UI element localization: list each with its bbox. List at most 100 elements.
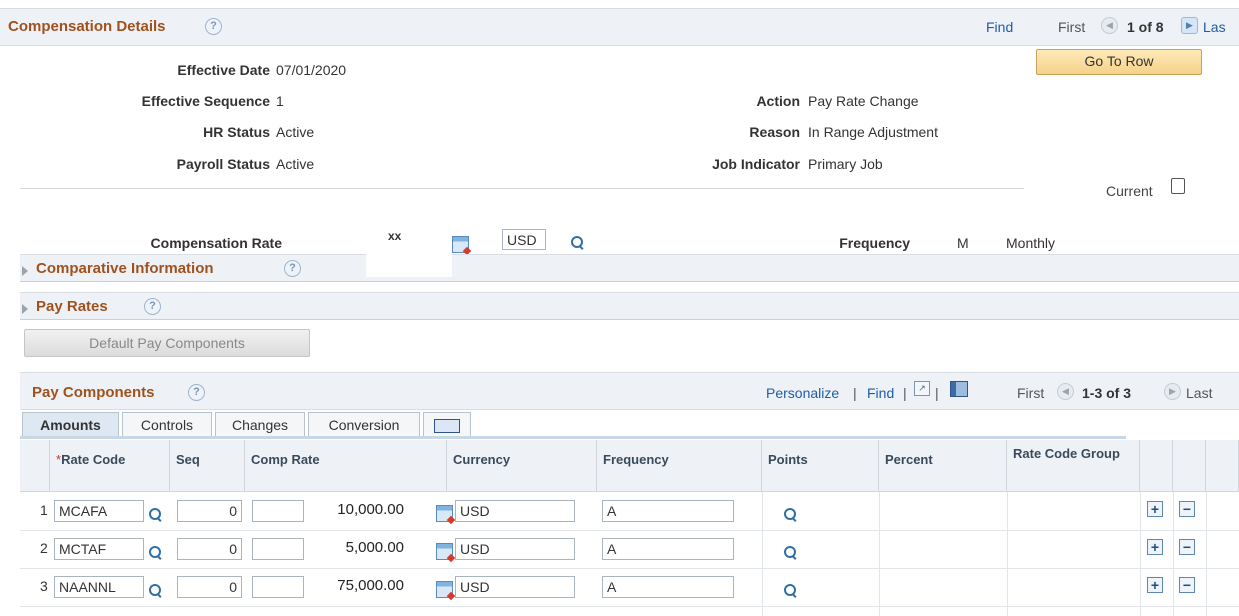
seq-input[interactable]: 0	[177, 538, 242, 560]
tab-controls[interactable]: Controls	[122, 412, 212, 437]
view-all-icon[interactable]: ↗	[914, 381, 930, 396]
currency-input[interactable]: USD	[455, 538, 575, 560]
column-separator	[1206, 492, 1207, 616]
comp-rate-header: Comp Rate	[245, 440, 447, 492]
go-to-row-button[interactable]: Go To Row	[1036, 49, 1202, 75]
calculator-icon[interactable]	[436, 505, 453, 522]
current-checkbox[interactable]	[1171, 178, 1185, 194]
frequency-input[interactable]: A	[602, 500, 734, 522]
comp-rate-input-blank[interactable]	[252, 538, 304, 560]
comparative-information-bar[interactable]: Comparative Information ?	[20, 254, 1239, 282]
comp-rate-value: 75,000.00	[337, 577, 404, 594]
row-number: 1	[40, 502, 48, 518]
previous-arrow-icon: ◀	[1057, 383, 1074, 400]
separator: |	[853, 385, 857, 401]
compensation-rate-label: Compensation Rate	[150, 235, 282, 251]
expand-arrow-icon[interactable]	[22, 262, 36, 278]
personalize-link[interactable]: Personalize	[766, 385, 839, 401]
row-number: 2	[40, 540, 48, 556]
add-row-icon[interactable]: +	[1147, 501, 1163, 517]
comp-rate-value: 5,000.00	[345, 539, 404, 556]
show-all-columns-tab[interactable]	[423, 412, 471, 437]
delete-row-icon[interactable]: −	[1179, 577, 1195, 593]
effective-sequence-label: Effective Sequence	[141, 93, 270, 109]
frequency-label: Frequency	[839, 235, 910, 251]
action-label: Action	[756, 93, 800, 109]
find-link[interactable]: Find	[986, 19, 1013, 35]
rate-code-input[interactable]: NAANNL	[54, 576, 144, 598]
search-icon[interactable]	[148, 545, 162, 559]
pay-rates-bar[interactable]: Pay Rates ?	[20, 292, 1239, 320]
expand-arrow-icon[interactable]	[22, 300, 36, 316]
last-link[interactable]: Las	[1203, 19, 1226, 35]
add-row-icon[interactable]: +	[1147, 577, 1163, 593]
rate-code-header-label: Rate Code	[61, 452, 126, 467]
first-label: First	[1017, 385, 1045, 401]
pay-components-table-body: 1 MCAFA 0 10,000.00 USD A + −2 MCTAF 0 5,000.00 USD…	[20, 492, 1239, 616]
seq-input[interactable]: 0	[177, 576, 242, 598]
row-number-header	[20, 440, 50, 492]
show-all-columns-icon	[434, 419, 460, 434]
default-pay-components-button[interactable]: Default Pay Components	[24, 329, 310, 357]
search-icon[interactable]	[783, 507, 797, 521]
effective-date-label: Effective Date	[177, 62, 270, 78]
search-icon[interactable]	[148, 583, 162, 597]
column-separator	[1140, 492, 1141, 616]
separator: |	[935, 385, 939, 401]
delete-row-icon[interactable]: −	[1179, 539, 1195, 555]
rate-code-input[interactable]: MCAFA	[54, 500, 144, 522]
points-header: Points	[762, 440, 879, 492]
delete-row-icon[interactable]: −	[1179, 501, 1195, 517]
help-icon[interactable]: ?	[144, 298, 161, 315]
tab-amounts[interactable]: Amounts	[22, 412, 119, 437]
currency-input[interactable]: USD	[455, 500, 575, 522]
calculator-icon[interactable]	[436, 581, 453, 598]
pay-rates-title[interactable]: Pay Rates	[36, 298, 108, 315]
tab-conversion[interactable]: Conversion	[308, 412, 420, 437]
column-separator	[762, 492, 763, 616]
tab-changes[interactable]: Changes	[215, 412, 305, 437]
search-icon[interactable]	[148, 507, 162, 521]
help-icon[interactable]: ?	[205, 18, 222, 35]
download-grid-icon[interactable]	[950, 381, 968, 397]
row-count: 1 of 8	[1127, 19, 1164, 35]
next-arrow-icon[interactable]: ▶	[1181, 17, 1198, 34]
payroll-status-value: Active	[276, 156, 315, 172]
delete-column-header	[1173, 440, 1206, 492]
search-icon[interactable]	[570, 235, 584, 249]
effective-sequence-value: 1	[276, 93, 284, 109]
frequency-input[interactable]: A	[602, 538, 734, 560]
next-arrow-icon: ▶	[1164, 383, 1181, 400]
reason-label: Reason	[749, 124, 800, 140]
frequency-input[interactable]: A	[602, 576, 734, 598]
pay-components-title: Pay Components	[32, 384, 155, 401]
find-link[interactable]: Find	[867, 385, 894, 401]
rate-code-header: *Rate Code	[50, 440, 170, 492]
comp-rate-input-blank[interactable]	[252, 500, 304, 522]
table-row: 2 MCTAF 0 5,000.00 USD A + −	[20, 530, 1239, 569]
rate-code-input[interactable]: MCTAF	[54, 538, 144, 560]
frequency-code: M	[957, 235, 969, 251]
frequency-header: Frequency	[597, 440, 762, 492]
compensation-details-header: Compensation Details ? Find First ◀ 1 of…	[0, 8, 1239, 46]
masked-area	[366, 253, 452, 277]
comp-rate-input-blank[interactable]	[252, 576, 304, 598]
calculator-icon[interactable]	[436, 543, 453, 560]
help-icon[interactable]: ?	[188, 384, 205, 401]
search-icon[interactable]	[783, 583, 797, 597]
currency-input[interactable]: USD	[455, 576, 575, 598]
calculator-icon[interactable]	[452, 236, 469, 253]
seq-header: Seq	[170, 440, 245, 492]
column-separator	[1173, 492, 1174, 616]
hr-status-label: HR Status	[203, 124, 270, 140]
compensation-currency-input[interactable]: USD	[502, 229, 546, 250]
help-icon[interactable]: ?	[284, 260, 301, 277]
seq-input[interactable]: 0	[177, 500, 242, 522]
hr-status-value: Active	[276, 124, 315, 140]
comparative-information-title[interactable]: Comparative Information	[36, 260, 214, 277]
effective-date-value: 07/01/2020	[276, 62, 347, 78]
currency-header: Currency	[447, 440, 597, 492]
search-icon[interactable]	[783, 545, 797, 559]
add-row-icon[interactable]: +	[1147, 539, 1163, 555]
row-count: 1-3 of 3	[1082, 385, 1132, 401]
